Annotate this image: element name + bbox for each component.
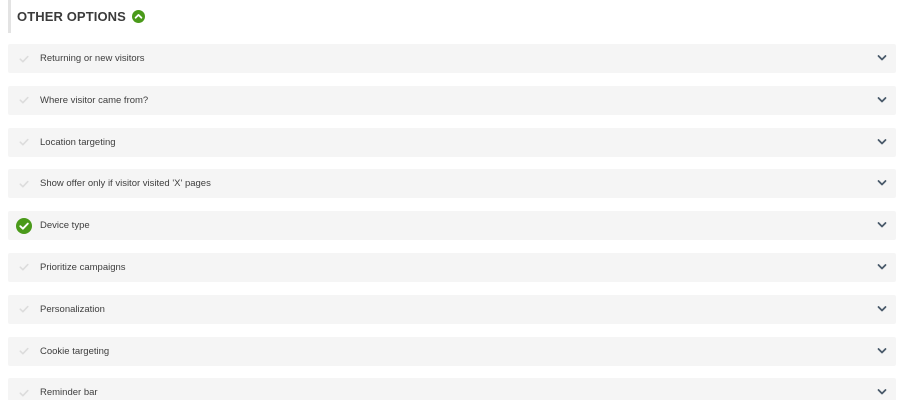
chevron-down-icon[interactable] bbox=[877, 54, 887, 62]
option-row[interactable]: Reminder bar bbox=[8, 378, 896, 400]
option-label: Cookie targeting bbox=[40, 345, 110, 357]
chevron-down-icon[interactable] bbox=[877, 221, 887, 229]
option-label: Prioritize campaigns bbox=[40, 261, 126, 273]
option-row[interactable]: Personalization bbox=[8, 294, 896, 324]
check-icon[interactable] bbox=[16, 176, 32, 192]
option-label: Reminder bar bbox=[40, 387, 98, 399]
option-label: Returning or new visitors bbox=[40, 53, 145, 64]
option-label: Personalization bbox=[40, 303, 105, 315]
chevron-up-circle-icon[interactable] bbox=[131, 10, 145, 23]
chevron-down-icon[interactable] bbox=[877, 388, 887, 396]
option-row[interactable]: Where visitor came from? bbox=[8, 85, 896, 115]
option-row[interactable]: Device type bbox=[8, 211, 896, 241]
option-label: Where visitor came from? bbox=[40, 94, 149, 106]
check-icon[interactable] bbox=[16, 343, 32, 359]
chevron-down-icon[interactable] bbox=[877, 347, 887, 355]
option-label: Show offer only if visitor visited 'X' p… bbox=[40, 178, 211, 190]
check-icon[interactable] bbox=[16, 92, 32, 108]
check-icon[interactable] bbox=[16, 301, 32, 317]
option-row[interactable]: Cookie targeting bbox=[8, 336, 896, 366]
chevron-down-icon[interactable] bbox=[877, 263, 887, 271]
chevron-down-icon[interactable] bbox=[877, 179, 887, 187]
option-row[interactable]: Location targeting bbox=[8, 127, 896, 157]
section-title: OTHER OPTIONS bbox=[17, 9, 126, 24]
option-label: Location targeting bbox=[40, 136, 116, 148]
check-circle-icon[interactable] bbox=[16, 217, 32, 234]
option-row[interactable]: Returning or new visitors bbox=[8, 44, 896, 73]
chevron-down-icon[interactable] bbox=[877, 305, 887, 313]
option-label: Device type bbox=[40, 220, 90, 232]
option-row[interactable]: Prioritize campaigns bbox=[8, 252, 896, 282]
other-options-panel: OTHER OPTIONS Returning or new visitors W… bbox=[0, 0, 908, 400]
options-list: Returning or new visitors Where visitor c… bbox=[8, 44, 896, 400]
option-row[interactable]: Show offer only if visitor visited 'X' p… bbox=[8, 169, 896, 199]
chevron-down-icon[interactable] bbox=[877, 138, 887, 146]
check-icon[interactable] bbox=[16, 259, 32, 275]
chevron-down-icon[interactable] bbox=[877, 96, 887, 104]
check-icon[interactable] bbox=[16, 385, 32, 400]
section-header: OTHER OPTIONS bbox=[8, 0, 308, 33]
check-icon[interactable] bbox=[16, 51, 32, 67]
check-icon[interactable] bbox=[16, 134, 32, 150]
